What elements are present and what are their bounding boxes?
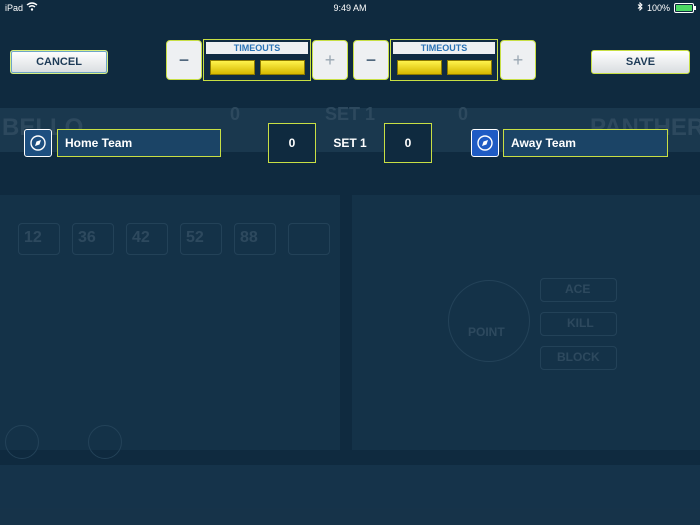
background-layer: BELLO PANTHERS SET 1 0 0 12 36 42 52 88 … xyxy=(0,0,700,525)
home-timeouts: − TIMEOUTS + xyxy=(166,39,348,82)
bg-point-label: POINT xyxy=(468,325,505,339)
home-team-compass-icon[interactable] xyxy=(24,129,52,157)
bg-right-score: 0 xyxy=(458,104,469,124)
bg-action-kill: KILL xyxy=(567,316,594,330)
away-team-name-field[interactable]: Away Team xyxy=(503,129,668,157)
cancel-button[interactable]: CANCEL xyxy=(10,50,108,74)
set-label: SET 1 xyxy=(333,136,367,150)
away-team-compass-icon[interactable] xyxy=(471,129,499,157)
away-timeout-display: TIMEOUTS xyxy=(390,39,498,81)
bg-action-block: BLOCK xyxy=(557,350,600,364)
home-timeout-plus-button[interactable]: + xyxy=(312,40,348,80)
away-score-field[interactable]: 0 xyxy=(384,123,432,163)
bg-set-label: SET 1 xyxy=(325,104,376,124)
home-timeout-indicator-1 xyxy=(210,60,255,75)
away-timeouts: − TIMEOUTS + xyxy=(353,39,536,82)
away-timeout-label: TIMEOUTS xyxy=(393,42,495,54)
bg-action-ace: ACE xyxy=(565,282,591,296)
home-timeout-minus-button[interactable]: − xyxy=(166,40,202,80)
bg-player-3: 42 xyxy=(132,229,150,246)
bg-left-score: 0 xyxy=(230,104,241,124)
home-timeout-label: TIMEOUTS xyxy=(206,42,308,54)
bg-bottom-bar xyxy=(0,465,700,525)
away-timeout-indicator-1 xyxy=(397,60,442,75)
bg-player-4: 52 xyxy=(186,229,204,246)
home-timeout-indicator-2 xyxy=(260,60,305,75)
bg-player-2: 36 xyxy=(78,229,96,246)
bg-point-circle xyxy=(448,280,530,362)
away-timeout-plus-button[interactable]: + xyxy=(500,40,536,80)
away-timeout-minus-button[interactable]: − xyxy=(353,40,389,80)
bg-player-1: 12 xyxy=(24,229,42,246)
home-team-name-field[interactable]: Home Team xyxy=(57,129,221,157)
home-score-field[interactable]: 0 xyxy=(268,123,316,163)
home-timeout-display: TIMEOUTS xyxy=(203,39,311,81)
away-timeout-indicator-2 xyxy=(447,60,492,75)
save-button[interactable]: SAVE xyxy=(591,50,690,74)
bg-player-5: 88 xyxy=(240,229,258,246)
